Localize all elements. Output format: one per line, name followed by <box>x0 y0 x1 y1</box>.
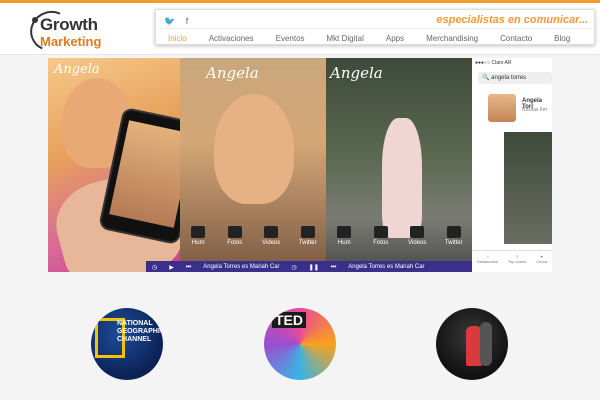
logo-dot-icon <box>32 17 38 23</box>
chat-icon <box>191 226 206 238</box>
film-icon <box>410 226 425 238</box>
nav-item-mkt-digital[interactable]: Mkt Digital <box>327 34 364 43</box>
nav-box: 🐦 f especialistas en comunicar... Inicio… <box>155 9 595 45</box>
client-circle-natgeo[interactable]: NATIONAL GEOGRAPHIC CHANNEL <box>91 308 163 380</box>
app-icon-twitter-2[interactable]: Twitter <box>440 226 468 246</box>
site-header: Growth Marketing 🐦 f especialistas en co… <box>0 3 600 57</box>
app-icon-fotos[interactable]: Fotos <box>221 226 249 246</box>
player-track-text-2: Angela Torres es Mariah Car <box>348 264 425 270</box>
nav-item-contacto[interactable]: Contacto <box>500 34 532 43</box>
appstore-tab-bar: ☆ Destacados ≡ Top charts ➤ Cerca <box>472 250 552 272</box>
nav-item-apps[interactable]: Apps <box>386 34 404 43</box>
app-icon-hum[interactable]: Hum <box>184 226 212 246</box>
app-icon-row-2: Hum Fotos Videos Twitter <box>326 226 472 246</box>
clock-icon-2: ◷ <box>291 264 297 271</box>
photo-icon <box>227 226 242 238</box>
social-links: 🐦 f <box>164 16 196 27</box>
person-dark <box>480 322 492 366</box>
app-icon-hum-2[interactable]: Hum <box>330 226 358 246</box>
nav-item-merchandising[interactable]: Merchandising <box>426 34 478 43</box>
banner-panel-3: Angela Hum Fotos Videos Twitter <box>326 58 472 272</box>
nav-item-inicio[interactable]: Inicio <box>168 34 187 43</box>
banner-panel-2: Angela Hum Fotos Videos Twitter <box>180 58 326 272</box>
nav-item-eventos[interactable]: Eventos <box>276 34 305 43</box>
facebook-icon[interactable]: f <box>186 16 189 26</box>
clock-icon: ◷ <box>152 264 158 271</box>
nav-item-activaciones[interactable]: Activaciones <box>209 34 254 43</box>
music-player-bar: ◷ ▶ ⏭ Angela Torres es Mariah Car ◷ ❚❚ ⏭… <box>146 261 472 272</box>
next-icon[interactable]: ⏭ <box>186 264 191 271</box>
girl-photo-2 <box>214 94 294 204</box>
play-icon[interactable]: ▶ <box>169 264 174 271</box>
natgeo-label: NATIONAL GEOGRAPHIC CHANNEL <box>117 320 163 343</box>
app-icon-row: Hum Fotos Videos Twitter <box>180 226 326 246</box>
player-track-text: Angela Torres es Mariah Car <box>203 264 280 270</box>
result-thumbnail[interactable] <box>488 94 516 122</box>
chat-icon <box>337 226 352 238</box>
logo[interactable]: Growth Marketing <box>24 5 110 57</box>
client-circle-ted[interactable]: TED <box>264 308 336 380</box>
next-icon-2[interactable]: ⏭ <box>331 264 336 271</box>
tagline: especialistas en comunicar... <box>436 14 588 26</box>
phone-status-bar: ●●●○○ Claro AR <box>475 60 512 66</box>
nav-divider <box>160 28 590 29</box>
photo-icon <box>373 226 388 238</box>
app-icon-twitter[interactable]: Twitter <box>294 226 322 246</box>
main-nav: Inicio Activaciones Eventos Mkt Digital … <box>168 34 592 43</box>
app-icon-fotos-2[interactable]: Fotos <box>367 226 395 246</box>
banner-panel-1: Angela <box>48 58 204 272</box>
app-icon-videos[interactable]: Videos <box>257 226 285 246</box>
twitter-icon[interactable]: 🐦 <box>164 16 175 26</box>
twitter-icon <box>446 226 461 238</box>
tab-cerca[interactable]: ➤ Cerca <box>536 254 547 272</box>
logo-text-marketing: Marketing <box>40 34 102 49</box>
girl-dancing-photo <box>382 118 422 238</box>
ted-label: TED <box>272 312 306 328</box>
banner-brand-1: Angela <box>54 62 100 77</box>
banner-brand-3: Angela <box>330 64 383 82</box>
client-circle-event[interactable] <box>436 308 508 380</box>
banner-panel-4-appstore: ●●●○○ Claro AR 🔍 angela torres Angela To… <box>472 58 552 272</box>
pause-icon[interactable]: ❚❚ <box>309 264 319 271</box>
film-icon <box>264 226 279 238</box>
result-subtitle: Nicolas Fer <box>522 107 548 113</box>
tab-destacados[interactable]: ☆ Destacados <box>477 254 498 272</box>
hero-banner[interactable]: Angela Angela Hum Fotos Videos Twitter A… <box>48 58 552 272</box>
app-icon-videos-2[interactable]: Videos <box>403 226 431 246</box>
banner-brand-2: Angela <box>206 64 259 82</box>
tab-top-charts[interactable]: ≡ Top charts <box>508 254 526 272</box>
appstore-search-input[interactable]: 🔍 angela torres <box>478 72 552 84</box>
twitter-icon <box>300 226 315 238</box>
logo-text-growth: Growth <box>40 15 98 34</box>
result-screenshot <box>504 132 552 244</box>
nav-item-blog[interactable]: Blog <box>554 34 570 43</box>
